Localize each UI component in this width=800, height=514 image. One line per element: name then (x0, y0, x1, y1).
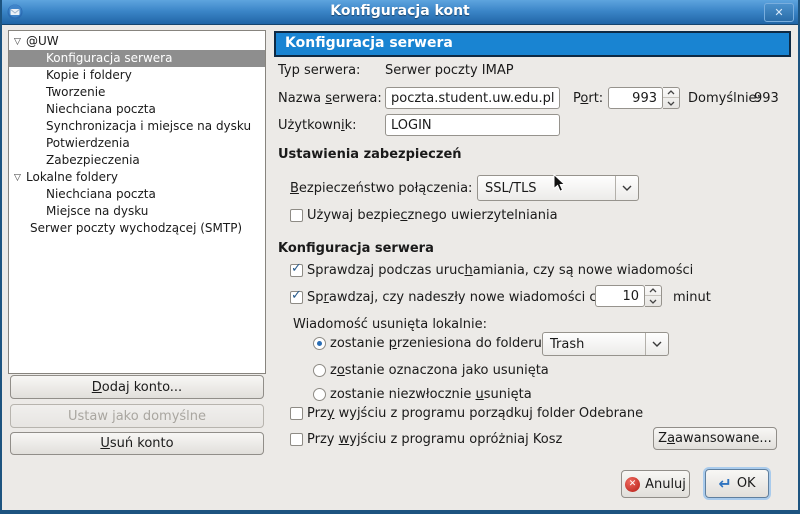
spin-down-icon[interactable] (645, 296, 661, 306)
clean-inbox-label[interactable]: Przy wyjściu z programu porządkuj folder… (307, 406, 643, 421)
mouse-cursor (553, 174, 566, 197)
tree-item-label: Miejsce na dysku (46, 204, 148, 218)
remove-account-label: Usuń konto (100, 436, 173, 451)
deleted-locally-label: Wiadomość usunięta lokalnie: (293, 317, 487, 332)
empty-trash-checkbox[interactable] (290, 433, 303, 446)
connection-security-label: Bezpieczeństwo połączenia: (290, 181, 472, 196)
port-label: Port: (573, 91, 603, 106)
tree-item-label: Serwer poczty wychodzącej (SMTP) (30, 221, 242, 235)
tree-item-local-disk[interactable]: Miejsce na dysku (9, 203, 265, 220)
default-port-label: Domyślnie: (688, 91, 761, 106)
tree-item-local-folders[interactable]: ▽Lokalne foldery (9, 169, 265, 186)
tree-item-label: Konfiguracja serwera (46, 51, 172, 65)
interval-spinner[interactable] (645, 285, 662, 307)
advanced-button[interactable]: Zaawansowane... (653, 427, 777, 450)
tree-item-copies-folders[interactable]: Kopie i foldery (9, 67, 265, 84)
empty-trash-label[interactable]: Przy wyjściu z programu opróżniaj Kosz (307, 432, 562, 447)
tree-item-label: Zabezpieczenia (46, 153, 140, 167)
cancel-label: Anuluj (645, 477, 686, 492)
tree-item-smtp[interactable]: Serwer poczty wychodzącej (SMTP) (9, 220, 265, 237)
tree-item-label: Tworzenie (46, 85, 105, 99)
radio-dot (317, 341, 322, 346)
tree-item-junk[interactable]: Niechciana poczta (9, 101, 265, 118)
port-spinner[interactable] (663, 87, 680, 109)
username-input[interactable] (385, 114, 560, 136)
server-name-label: Nazwa serwera: (278, 91, 382, 106)
tree-item-label: Niechciana poczta (46, 102, 156, 116)
trash-folder-value: Trash (543, 337, 645, 352)
add-account-button[interactable]: Dodaj konto... (10, 375, 264, 399)
check-interval-checkbox[interactable]: ✓ (290, 291, 303, 304)
check-at-startup-checkbox[interactable]: ✓ (290, 264, 303, 277)
interval-unit-label: minut (673, 290, 711, 305)
chevron-down-icon (645, 333, 668, 355)
ok-label: OK (737, 476, 756, 491)
mark-deleted-label[interactable]: zostanie oznaczona jako usunięta (330, 363, 549, 378)
tree-item-sync-disk[interactable]: Synchronizacja i miejsce na dysku (9, 118, 265, 135)
spin-up-icon[interactable] (645, 286, 661, 296)
check-icon: ✓ (291, 288, 302, 303)
add-account-label: Dodaj konto... (92, 380, 182, 395)
advanced-label: Zaawansowane... (658, 431, 772, 446)
tree-item-label: Lokalne foldery (26, 170, 118, 184)
tree-item-account-root[interactable]: ▽@UW (9, 33, 265, 50)
tree-item-label: @UW (26, 34, 59, 48)
titlebar[interactable]: Konfiguracja kont ✕ (0, 0, 800, 25)
tree-item-server-settings[interactable]: Konfiguracja serwera (9, 50, 265, 67)
secure-auth-checkbox[interactable] (290, 209, 303, 222)
trash-folder-select[interactable]: Trash (542, 332, 669, 356)
expander-icon[interactable]: ▽ (14, 34, 26, 50)
tree-item-label: Synchronizacja i miejsce na dysku (46, 119, 251, 133)
set-default-button: Ustaw jako domyślne (10, 404, 264, 428)
check-icon: ✓ (291, 261, 302, 276)
tree-item-label: Kopie i foldery (46, 68, 132, 82)
username-label: Użytkownik: (278, 118, 357, 133)
tree-item-receipts[interactable]: Potwierdzenia (9, 135, 265, 152)
mark-deleted-radio[interactable] (313, 364, 326, 377)
server-type-label: Typ serwera: (278, 63, 360, 78)
tree-item-local-junk[interactable]: Niechciana poczta (9, 186, 265, 203)
server-type-value: Serwer poczty IMAP (385, 63, 514, 78)
accounts-tree: ▽@UW Konfiguracja serwera Kopie i folder… (8, 30, 266, 374)
spin-down-icon[interactable] (663, 98, 679, 108)
set-default-label: Ustaw jako domyślne (68, 409, 206, 424)
tree-item-composition[interactable]: Tworzenie (9, 84, 265, 101)
remove-immediately-radio[interactable] (313, 388, 326, 401)
connection-security-value: SSL/TLS (478, 181, 615, 196)
check-at-startup-label[interactable]: Sprawdzaj podczas uruchamiania, czy są n… (307, 263, 693, 278)
close-button[interactable]: ✕ (764, 3, 794, 22)
interval-minutes-input[interactable] (595, 285, 645, 307)
cancel-button[interactable]: ✕ Anuluj (621, 470, 690, 498)
port-input[interactable] (608, 87, 663, 109)
expander-icon[interactable]: ▽ (14, 170, 26, 186)
ok-icon: ↵ (718, 477, 731, 491)
default-port-value: 993 (754, 91, 779, 106)
server-name-input[interactable] (385, 87, 560, 109)
close-icon: ✕ (774, 6, 783, 19)
window-title: Konfiguracja kont (0, 3, 800, 19)
check-interval-label[interactable]: Sprawdzaj, czy nadeszły nowe wiadomości … (307, 290, 605, 305)
remove-immediately-label[interactable]: zostanie niezwłocznie usunięta (330, 387, 532, 402)
cancel-icon: ✕ (625, 477, 640, 492)
chevron-down-icon (615, 176, 638, 200)
server-config-header: Konfiguracja serwera (278, 241, 434, 256)
move-to-folder-label[interactable]: zostanie przeniesiona do folderu: (330, 336, 546, 351)
ok-button[interactable]: ↵ OK (705, 469, 769, 498)
tree-item-label: Potwierdzenia (46, 136, 130, 150)
secure-auth-label[interactable]: Używaj bezpiecznego uwierzytelniania (307, 208, 558, 223)
spin-up-icon[interactable] (663, 88, 679, 98)
page-title: Konfiguracja serwera (274, 31, 791, 57)
account-settings-window: Konfiguracja kont ✕ ▽@UW Konfiguracja se… (0, 0, 800, 514)
security-settings-header: Ustawienia zabezpieczeń (278, 147, 462, 162)
move-to-folder-radio[interactable] (313, 337, 326, 350)
remove-account-button[interactable]: Usuń konto (10, 432, 264, 455)
tree-item-security[interactable]: Zabezpieczenia (9, 152, 265, 169)
clean-inbox-checkbox[interactable] (290, 407, 303, 420)
page-title-label: Konfiguracja serwera (285, 35, 453, 51)
tree-item-label: Niechciana poczta (46, 187, 156, 201)
